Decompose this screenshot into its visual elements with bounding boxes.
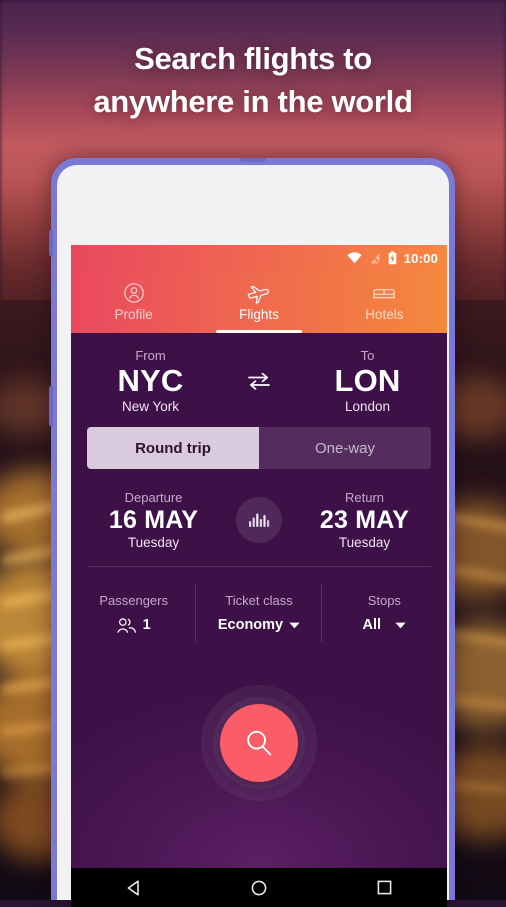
stops-field[interactable]: Stops All — [322, 574, 447, 652]
phone-side-button — [49, 230, 53, 256]
passengers-icon — [117, 617, 136, 633]
ticket-class-value: Economy — [217, 617, 284, 633]
airplane-icon — [246, 282, 272, 304]
return-weekday: Tuesday — [338, 534, 391, 550]
tab-profile[interactable]: Profile — [71, 271, 196, 333]
stops-value-wrap: All — [363, 617, 407, 633]
route-selector: From NYC New York To LON London — [71, 340, 447, 422]
chevron-down-icon — [395, 622, 406, 628]
origin-code: NYC — [117, 362, 184, 398]
phone-volume-button — [49, 386, 53, 426]
departure-date-field[interactable]: Departure 16 MAY Tuesday — [71, 490, 236, 550]
return-date: 23 MAY — [319, 505, 410, 534]
departure-date: 16 MAY — [108, 505, 199, 534]
flight-search-form: From NYC New York To LON London Round tr… — [71, 333, 447, 868]
nav-back-button[interactable] — [104, 868, 164, 907]
date-selector: Departure 16 MAY Tuesday Return 23 MAY T… — [71, 481, 447, 558]
tab-bar: Profile Flights Hotels — [71, 271, 447, 333]
stops-value: All — [362, 617, 382, 633]
recents-square-icon — [377, 880, 392, 895]
tab-flights[interactable]: Flights — [196, 271, 321, 333]
return-date-field[interactable]: Return 23 MAY Tuesday — [282, 490, 447, 550]
destination-field[interactable]: To LON London — [288, 348, 447, 414]
departure-weekday: Tuesday — [127, 534, 180, 550]
destination-code: LON — [334, 362, 401, 398]
chevron-down-icon — [289, 622, 300, 628]
trip-type-round-trip[interactable]: Round trip — [87, 427, 259, 469]
section-divider — [87, 566, 431, 567]
passengers-field[interactable]: Passengers 1 — [71, 574, 197, 652]
passengers-value-wrap: 1 — [117, 617, 151, 634]
android-nav-bar — [71, 868, 447, 907]
departure-label: Departure — [124, 489, 183, 505]
headline-line-1: Search flights to — [134, 41, 372, 76]
signal-off-icon — [369, 251, 381, 265]
bar-chart-icon[interactable] — [236, 496, 282, 543]
ticket-class-field[interactable]: Ticket class Economy — [196, 574, 322, 652]
trip-type-one-way[interactable]: One-way — [259, 427, 431, 469]
return-label: Return — [344, 489, 385, 505]
status-bar: 10:00 — [71, 245, 447, 271]
origin-field[interactable]: From NYC New York — [71, 348, 230, 414]
battery-charging-icon — [388, 251, 397, 265]
phone-screen: 10:00 Profile Flights Hotels From NYC Ne… — [71, 245, 447, 907]
tab-profile-label: Profile — [114, 307, 153, 322]
page-headline: Search flights to anywhere in the world — [0, 38, 506, 124]
nav-home-button[interactable] — [229, 868, 289, 907]
origin-city: New York — [121, 399, 180, 415]
bed-icon — [372, 282, 396, 304]
tab-hotels-label: Hotels — [365, 307, 404, 322]
profile-icon — [123, 282, 145, 304]
search-options-row: Passengers 1 Ticket class Economy Stops … — [71, 574, 447, 652]
stops-label: Stops — [367, 593, 401, 608]
nav-recents-button[interactable] — [354, 868, 414, 907]
trip-type-toggle: Round trip One-way — [87, 427, 431, 469]
destination-label: To — [360, 347, 375, 363]
ticket-class-value-wrap: Economy — [218, 617, 300, 633]
search-button[interactable] — [220, 704, 298, 782]
phone-speaker-nub — [240, 158, 266, 162]
search-button-ring — [213, 697, 305, 789]
home-circle-icon — [251, 880, 267, 895]
swap-arrows-icon[interactable] — [230, 369, 288, 393]
headline-line-2: anywhere in the world — [93, 83, 413, 119]
passengers-label: Passengers — [99, 592, 168, 608]
tab-flights-label: Flights — [239, 307, 279, 322]
phone-bezel: 10:00 Profile Flights Hotels From NYC Ne… — [57, 165, 449, 907]
origin-label: From — [135, 347, 166, 363]
phone-mockup: 10:00 Profile Flights Hotels From NYC Ne… — [49, 158, 455, 907]
back-triangle-icon — [127, 879, 139, 896]
status-bar-clock: 10:00 — [403, 250, 438, 266]
ticket-class-label: Ticket class — [225, 593, 293, 608]
tab-hotels[interactable]: Hotels — [322, 271, 447, 333]
destination-city: London — [344, 399, 391, 415]
passengers-count: 1 — [142, 617, 151, 633]
search-icon — [247, 730, 272, 756]
search-button-halo — [201, 685, 317, 801]
wifi-icon — [347, 252, 362, 264]
